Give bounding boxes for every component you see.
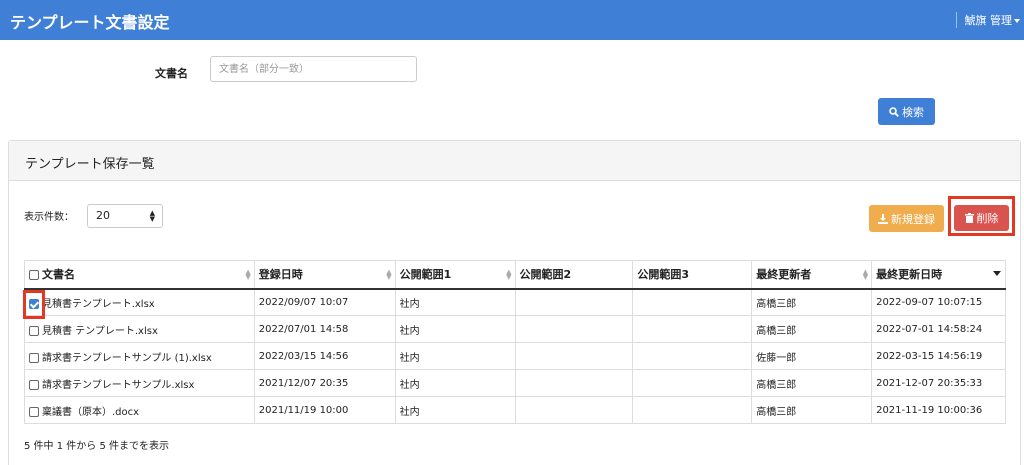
last-updater: 佐藤一郎 <box>751 342 873 370</box>
user-menu[interactable]: 鯱旗 管理 <box>955 12 1020 28</box>
document-name: 見積書テンプレート.xlsx <box>42 298 155 310</box>
row-checkbox[interactable] <box>29 406 39 417</box>
document-name-input[interactable] <box>210 56 417 82</box>
row-checkbox[interactable] <box>29 325 39 336</box>
row-checkbox[interactable] <box>29 379 39 390</box>
registered-date: 2022/03/15 14:56 <box>254 342 396 370</box>
header-updated[interactable]: 最終更新日時 <box>871 260 1006 290</box>
pagination-info: 5 件中 1 件から 5 件までを表示 <box>24 441 169 452</box>
sort-icon: ▲ ▼ <box>245 268 251 281</box>
sort-icon: ▲ ▼ <box>506 268 512 281</box>
table-row[interactable]: 請求書テンプレートサンプル.xlsx 2021/12/07 20:35 社内 高… <box>24 369 1006 397</box>
scope1: 社内 <box>395 315 516 343</box>
header-registered[interactable]: 登録日時 ▲ ▼ <box>254 260 396 290</box>
scope2 <box>515 369 634 397</box>
search-button-label: 検索 <box>902 106 924 119</box>
template-table: 文書名 ▲ ▼ 登録日時 ▲ ▼ 公開範囲1 ▲ ▼ 公開範囲2 公開範囲3 最終更新者 ▲ ▼… <box>24 260 1006 424</box>
download-icon <box>878 213 888 224</box>
search-icon <box>889 106 899 117</box>
registered-date: 2021/11/19 10:00 <box>254 396 396 424</box>
last-updated: 2021-11-19 10:00:36 <box>871 396 1006 424</box>
checkbox-highlight <box>23 290 45 319</box>
scope3 <box>632 396 753 424</box>
app-header: テンプレート文書設定 鯱旗 管理 <box>0 0 1024 40</box>
delete-label: 削除 <box>976 212 999 225</box>
last-updater: 高橋三郎 <box>751 288 873 316</box>
document-name-label: 文書名 <box>155 67 188 80</box>
header-scope1[interactable]: 公開範囲1 ▲ ▼ <box>395 260 516 290</box>
registered-date: 2022/07/01 14:58 <box>254 315 396 343</box>
document-name: 請求書テンプレートサンプル.xlsx <box>42 379 195 391</box>
document-name: 請求書テンプレートサンプル (1).xlsx <box>42 352 212 364</box>
page-size-value: 20 <box>96 209 110 222</box>
table-row[interactable]: 請求書テンプレートサンプル (1).xlsx 2022/03/15 14:56 … <box>24 342 1006 370</box>
last-updated: 2022-07-01 14:58:24 <box>871 315 1006 343</box>
scope1: 社内 <box>395 288 516 316</box>
updown-icon: ▲ ▼ <box>149 209 155 223</box>
caret-down-icon <box>1014 19 1020 23</box>
header-updater[interactable]: 最終更新者 ▲ ▼ <box>751 260 873 290</box>
scope1: 社内 <box>395 396 516 424</box>
page-size-label: 表示件数： <box>24 212 74 223</box>
table-row[interactable]: 見積書テンプレート.xlsx 2022/09/07 10:07 社内 高橋三郎 … <box>24 288 1006 316</box>
last-updated: 2022-09-07 10:07:15 <box>871 288 1006 316</box>
sort-desc-icon <box>993 271 1001 276</box>
page-size-select[interactable]: 20 ▲ ▼ <box>87 204 163 228</box>
header-scope2[interactable]: 公開範囲2 <box>515 260 634 290</box>
scope3 <box>632 369 753 397</box>
sort-icon: ▲ ▼ <box>386 268 392 281</box>
scope2 <box>515 342 634 370</box>
registered-date: 2021/12/07 20:35 <box>254 369 396 397</box>
last-updated: 2022-03-15 14:56:19 <box>871 342 1006 370</box>
trash-icon <box>964 213 974 223</box>
scope3 <box>632 315 753 343</box>
last-updater: 高橋三郎 <box>751 369 873 397</box>
table-row[interactable]: 稟議書（原本）.docx 2021/11/19 10:00 社内 高橋三郎 20… <box>24 396 1006 424</box>
panel-title: テンプレート保存一覧 <box>9 141 1020 181</box>
page-title: テンプレート文書設定 <box>10 13 170 32</box>
new-register-button[interactable]: 新規登録 <box>869 205 944 232</box>
document-name: 稟議書（原本）.docx <box>42 406 140 418</box>
scope2 <box>515 396 634 424</box>
select-all-checkbox[interactable] <box>29 270 39 281</box>
sort-icon: ▲ ▼ <box>862 268 869 281</box>
last-updater: 高橋三郎 <box>751 396 873 424</box>
row-checkbox[interactable] <box>29 352 39 363</box>
scope1: 社内 <box>395 342 516 370</box>
table-header-row: 文書名 ▲ ▼ 登録日時 ▲ ▼ 公開範囲1 ▲ ▼ 公開範囲2 公開範囲3 最終更新者 ▲ ▼… <box>24 260 1006 290</box>
registered-date: 2022/09/07 10:07 <box>254 288 396 316</box>
table-row[interactable]: 見積書 テンプレート.xlsx 2022/07/01 14:58 社内 高橋三郎… <box>24 315 1006 343</box>
search-button[interactable]: 検索 <box>878 98 935 125</box>
header-document-name[interactable]: 文書名 ▲ ▼ <box>24 260 255 290</box>
last-updater: 高橋三郎 <box>751 315 873 343</box>
scope2 <box>515 288 634 316</box>
user-name: 鯱旗 管理 <box>964 14 1013 27</box>
scope3 <box>632 288 753 316</box>
delete-highlight: 削除 <box>948 196 1015 236</box>
header-scope3[interactable]: 公開範囲3 <box>632 260 753 290</box>
document-name: 見積書 テンプレート.xlsx <box>42 325 158 337</box>
new-register-label: 新規登録 <box>891 212 935 226</box>
delete-button[interactable]: 削除 <box>954 205 1009 231</box>
scope1: 社内 <box>395 369 516 397</box>
scope2 <box>515 315 634 343</box>
scope3 <box>632 342 753 370</box>
last-updated: 2021-12-07 20:35:33 <box>871 369 1006 397</box>
